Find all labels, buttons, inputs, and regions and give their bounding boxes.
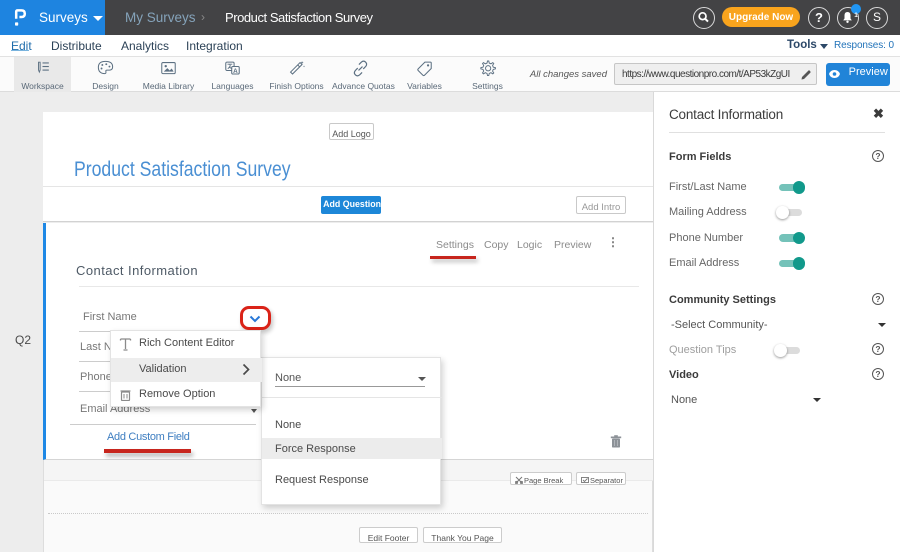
svg-text:A: A xyxy=(233,68,238,75)
